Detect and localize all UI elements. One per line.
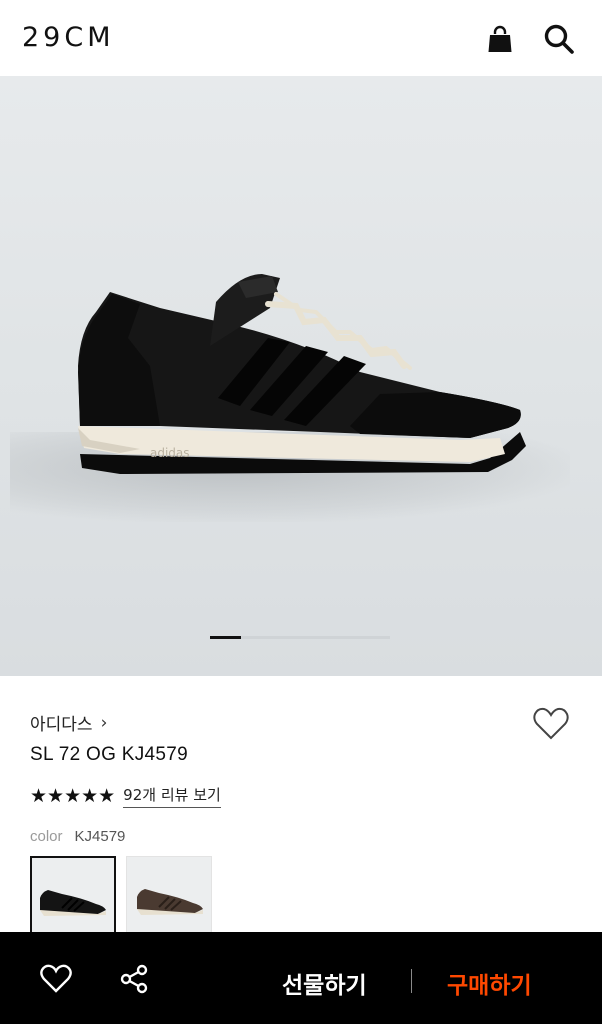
share-icon[interactable] bbox=[117, 962, 151, 996]
midsole-logo-text: adidas bbox=[150, 446, 190, 460]
app-logo[interactable]: 29CM bbox=[22, 22, 115, 53]
gift-button[interactable]: 선물하기 bbox=[282, 966, 367, 1000]
product-title: SL 72 OG KJ4579 bbox=[30, 744, 189, 765]
product-info: 아디다스 › SL 72 OG KJ4579 ★★★★★ 92개 리뷰 보기 c… bbox=[0, 676, 602, 942]
review-link[interactable]: 92개 리뷰 보기 bbox=[123, 784, 221, 808]
wishlist-heart-icon[interactable] bbox=[532, 706, 570, 742]
brand-link[interactable]: 아디다스 › bbox=[30, 710, 108, 736]
swatch-shoe-brown-image bbox=[127, 857, 211, 941]
rating-stars: ★★★★★ bbox=[30, 785, 116, 807]
brand-name: 아디다스 bbox=[30, 715, 93, 735]
button-divider bbox=[411, 969, 412, 993]
color-value: KJ4579 bbox=[74, 828, 126, 845]
product-shoe-image: adidas bbox=[78, 274, 526, 474]
swatch-shoe-black-image bbox=[32, 858, 114, 940]
heart-icon[interactable] bbox=[39, 962, 73, 996]
chevron-right-icon: › bbox=[100, 712, 108, 733]
color-swatch-brown[interactable] bbox=[126, 856, 212, 942]
buy-button[interactable]: 구매하기 bbox=[447, 966, 532, 1000]
carousel-pager bbox=[210, 635, 390, 639]
bottom-action-bar: 선물하기 구매하기 bbox=[0, 932, 602, 1024]
carousel-pager-active bbox=[210, 635, 241, 639]
color-swatch-black[interactable] bbox=[30, 856, 116, 942]
product-image-carousel[interactable]: adidas bbox=[0, 76, 602, 676]
color-label: color bbox=[30, 828, 63, 845]
rating-row: ★★★★★ 92개 리뷰 보기 bbox=[30, 784, 221, 808]
top-header: 29CM bbox=[0, 0, 602, 76]
color-row: color KJ4579 bbox=[30, 828, 125, 845]
shopping-bag-icon[interactable] bbox=[483, 22, 517, 56]
search-icon[interactable] bbox=[542, 22, 576, 56]
